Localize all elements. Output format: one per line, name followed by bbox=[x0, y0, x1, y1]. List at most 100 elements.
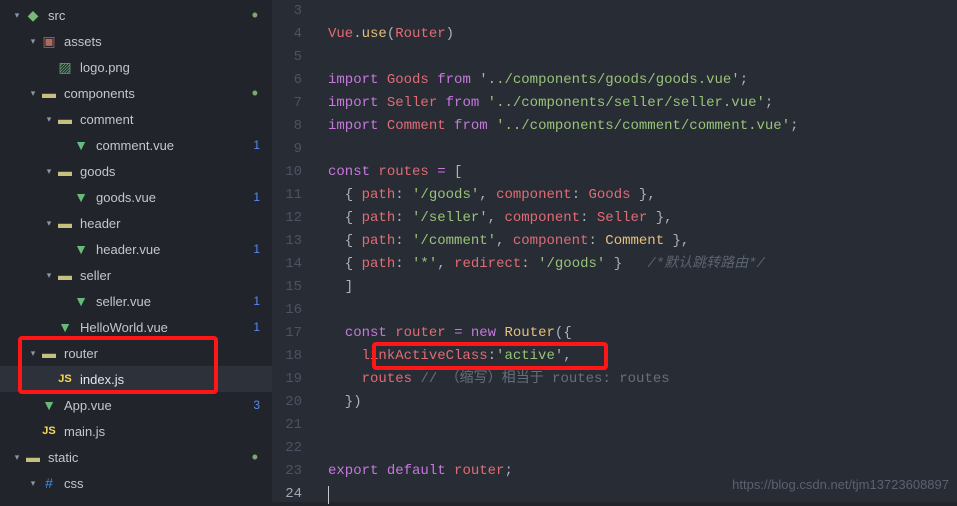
tree-file[interactable]: ▼comment.vue1 bbox=[0, 132, 272, 158]
tree-folder[interactable]: ▾ ▬ header bbox=[0, 210, 272, 236]
folder-icon: ▬ bbox=[56, 163, 74, 179]
code-line[interactable]: import Goods from '../components/goods/g… bbox=[328, 69, 957, 92]
line-number: 22 bbox=[272, 437, 302, 460]
tree-folder[interactable]: ▾◆src• bbox=[0, 2, 272, 28]
tree-label: header.vue bbox=[96, 242, 160, 257]
line-number: 23 bbox=[272, 460, 302, 483]
line-number: 10 bbox=[272, 161, 302, 184]
chevron-down-icon: ▾ bbox=[15, 10, 20, 21]
vcs-badge: 3 bbox=[253, 398, 260, 412]
text-cursor bbox=[328, 486, 329, 504]
code-editor[interactable]: 3456789101112131415161718192021222324 Vu… bbox=[272, 0, 957, 502]
tree-label: assets bbox=[64, 34, 102, 49]
chevron-down-icon: ▾ bbox=[31, 348, 36, 359]
code-line[interactable]: routes // （缩写）相当于 routes: routes bbox=[328, 368, 957, 391]
vcs-badge: 1 bbox=[253, 190, 260, 204]
line-number: 4 bbox=[272, 23, 302, 46]
tree-label: header bbox=[80, 216, 120, 231]
line-number: 24 bbox=[272, 483, 302, 506]
tree-label: router bbox=[64, 346, 98, 361]
code-line[interactable]: { path: '*', redirect: '/goods' } /*默认跳转… bbox=[328, 253, 957, 276]
code-line[interactable] bbox=[328, 46, 957, 69]
file-tree-sidebar[interactable]: ▾◆src•▾▣assets▨logo.png▾▬components•▾▬co… bbox=[0, 0, 272, 502]
code-line[interactable]: linkActiveClass:'active', bbox=[328, 345, 957, 368]
vcs-badge: 1 bbox=[253, 320, 260, 334]
code-line[interactable]: ] bbox=[328, 276, 957, 299]
tree-file[interactable]: JS main.js bbox=[0, 418, 272, 444]
tree-label: main.js bbox=[64, 424, 105, 439]
code-line[interactable] bbox=[328, 483, 957, 506]
tree-label: components bbox=[64, 86, 135, 101]
tree-label: css bbox=[64, 476, 84, 491]
tree-folder[interactable]: ▾ ▬ seller bbox=[0, 262, 272, 288]
tree-label: HelloWorld.vue bbox=[80, 320, 168, 335]
chevron-down-icon: ▾ bbox=[31, 478, 36, 489]
line-number: 19 bbox=[272, 368, 302, 391]
code-line[interactable] bbox=[328, 437, 957, 460]
tree-file[interactable]: JSindex.js bbox=[0, 366, 272, 392]
chevron-down-icon: ▾ bbox=[47, 270, 52, 281]
line-number: 6 bbox=[272, 69, 302, 92]
tree-folder[interactable]: ▾▬comment bbox=[0, 106, 272, 132]
vue-icon: ▼ bbox=[72, 137, 90, 153]
folder-icon: ▬ bbox=[40, 345, 58, 361]
vue-icon: ▼ bbox=[56, 319, 74, 335]
code-line[interactable] bbox=[328, 299, 957, 322]
line-number: 9 bbox=[272, 138, 302, 161]
code-line[interactable]: import Comment from '../components/comme… bbox=[328, 115, 957, 138]
tree-folder[interactable]: ▾▬static• bbox=[0, 444, 272, 470]
code-area[interactable]: Vue.use(Router) import Goods from '../com… bbox=[314, 0, 957, 502]
app-window: ▾◆src•▾▣assets▨logo.png▾▬components•▾▬co… bbox=[0, 0, 957, 502]
code-line[interactable]: import Seller from '../components/seller… bbox=[328, 92, 957, 115]
tree-file[interactable]: ▼header.vue1 bbox=[0, 236, 272, 262]
tree-file[interactable]: ▼ seller.vue 1 bbox=[0, 288, 272, 314]
line-number: 20 bbox=[272, 391, 302, 414]
code-line[interactable]: const router = new Router({ bbox=[328, 322, 957, 345]
tree-file[interactable]: ▨logo.png bbox=[0, 54, 272, 80]
tree-label: goods.vue bbox=[96, 190, 156, 205]
code-line[interactable]: }) bbox=[328, 391, 957, 414]
code-line[interactable]: const routes = [ bbox=[328, 161, 957, 184]
tree-folder[interactable]: ▾▬goods bbox=[0, 158, 272, 184]
code-line[interactable]: Vue.use(Router) bbox=[328, 23, 957, 46]
code-line[interactable] bbox=[328, 414, 957, 437]
tree-label: logo.png bbox=[80, 60, 130, 75]
tree-label: seller.vue bbox=[96, 294, 151, 309]
tree-label: src bbox=[48, 8, 65, 23]
tree-folder[interactable]: ▾#css bbox=[0, 470, 272, 496]
js-icon: JS bbox=[56, 373, 74, 385]
folder-icon: ▬ bbox=[40, 85, 58, 101]
js-icon: JS bbox=[40, 425, 58, 437]
chevron-down-icon: ▾ bbox=[15, 452, 20, 463]
line-number: 3 bbox=[272, 0, 302, 23]
tree-folder[interactable]: ▾▣assets bbox=[0, 28, 272, 54]
tree-label: goods bbox=[80, 164, 115, 179]
line-number: 8 bbox=[272, 115, 302, 138]
vcs-badge: 1 bbox=[253, 294, 260, 308]
vue-icon: ▼ bbox=[72, 241, 90, 257]
chevron-down-icon: ▾ bbox=[47, 218, 52, 229]
tree-file[interactable]: ▼ HelloWorld.vue 1 bbox=[0, 314, 272, 340]
code-line[interactable] bbox=[328, 0, 957, 23]
code-line[interactable]: { path: '/comment', component: Comment }… bbox=[328, 230, 957, 253]
tree-label: comment bbox=[80, 112, 133, 127]
tree-label: comment.vue bbox=[96, 138, 174, 153]
tree-folder[interactable]: ▾ ▬ router bbox=[0, 340, 272, 366]
code-line[interactable]: export default router; bbox=[328, 460, 957, 483]
code-line[interactable]: { path: '/seller', component: Seller }, bbox=[328, 207, 957, 230]
vue-icon: ▼ bbox=[72, 293, 90, 309]
tree-label: seller bbox=[80, 268, 111, 283]
folder-icon: ▬ bbox=[56, 267, 74, 283]
folder-icon: ▬ bbox=[56, 215, 74, 231]
line-number: 13 bbox=[272, 230, 302, 253]
line-number: 17 bbox=[272, 322, 302, 345]
code-line[interactable]: { path: '/goods', component: Goods }, bbox=[328, 184, 957, 207]
tree-folder[interactable]: ▾▬components• bbox=[0, 80, 272, 106]
tree-file[interactable]: ▼App.vue3 bbox=[0, 392, 272, 418]
code-line[interactable] bbox=[328, 138, 957, 161]
chevron-down-icon: ▾ bbox=[31, 36, 36, 47]
tree-label: static bbox=[48, 450, 78, 465]
tree-file[interactable]: ▼ goods.vue 1 bbox=[0, 184, 272, 210]
vue-icon: ▼ bbox=[72, 189, 90, 205]
line-number: 14 bbox=[272, 253, 302, 276]
